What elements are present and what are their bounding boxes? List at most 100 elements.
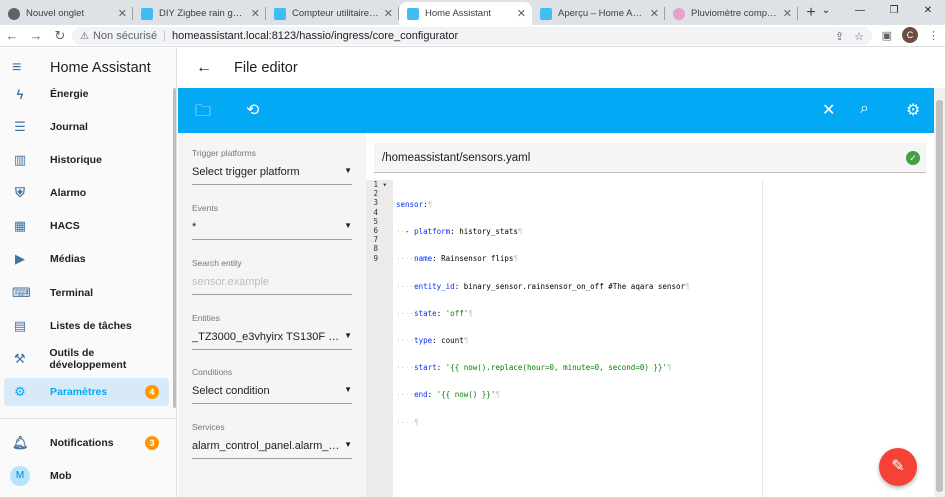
history-icon[interactable]: ⟲ [246, 100, 259, 120]
main-header: ← File editor [178, 48, 945, 88]
back-arrow-icon[interactable]: ← [196, 59, 212, 77]
code-line: ····entity_id: binary_sensor.rainsensor_… [396, 281, 690, 291]
sidebar-item-user[interactable]: M Mob [4, 462, 169, 490]
code-editor[interactable]: sensor:¶ ··- platform: history_stats¶ ··… [396, 182, 690, 445]
edit-fab-button[interactable]: ✎ [879, 448, 917, 486]
line-number: 5 [373, 216, 378, 226]
sidebar-item-terminal[interactable]: ⌨ Terminal [4, 279, 169, 307]
scrollbar-thumb[interactable] [936, 100, 943, 492]
entities-select[interactable]: Entities _TZ3000_e3vhyirx TS130F Com...▼ [192, 313, 352, 350]
sidebar-item-energie[interactable]: ϟ Énergie [4, 80, 169, 108]
star-icon[interactable]: ☆ [854, 30, 864, 43]
sidebar-item-alarmo[interactable]: ⛨ Alarmo [4, 179, 169, 207]
sidepanel-icon[interactable]: ▣ [882, 29, 892, 42]
code-line: ··- platform: history_stats¶ [396, 227, 523, 237]
sidebar-item-parametres[interactable]: ⚙ Paramètres 4 [4, 378, 169, 406]
window-controls: ⌄ — ❐ ✕ [809, 0, 945, 25]
kebab-menu-icon[interactable]: ⋮ [928, 29, 939, 42]
sidebar-title: Home Assistant [50, 60, 151, 76]
events-select[interactable]: Events * ▼ [192, 203, 352, 240]
browser-tab[interactable]: Aperçu – Home Assista✕ [532, 2, 665, 25]
dropdown-arrow-icon: ▼ [344, 221, 352, 230]
sidebar-item-historique[interactable]: ▥ Historique [4, 146, 169, 174]
sidebar-divider [0, 418, 177, 419]
line-gutter: 1 ▾ 2 3 4 5 6 7 8 9 [366, 180, 393, 497]
conditions-select[interactable]: Conditions Select condition ▼ [192, 367, 352, 404]
sidebar-item-outils[interactable]: ⚒ Outils de développement [4, 345, 169, 373]
line-number: 3 [373, 198, 378, 208]
gear-icon: ⚙ [14, 384, 26, 399]
browser-tab[interactable]: Pluviomètre compatib ✕ [665, 2, 798, 25]
browser-tab-active[interactable]: Home Assistant ✕ [399, 2, 532, 25]
page-scrollbar[interactable] [934, 88, 945, 497]
close-icon[interactable]: ✕ [783, 7, 792, 20]
sidebar-item-listes[interactable]: ▤ Listes de tâches [4, 312, 169, 340]
editor-area: /homeassistant/sensors.yaml ✓ 1 ▾ 2 3 4 … [366, 133, 934, 497]
restore-icon[interactable]: ❐ [877, 0, 911, 25]
line-number: 2 [373, 189, 378, 199]
browser-right-icons: ▣ C ⋮ [882, 27, 939, 43]
browser-tab[interactable]: Nouvel onglet ✕ [0, 2, 133, 25]
globe-icon [8, 7, 20, 20]
minimize-icon[interactable]: — [843, 0, 877, 25]
folder-icon[interactable]: 🗀︎ [195, 100, 211, 127]
sidebar-item-journal[interactable]: ☰ Journal [4, 113, 169, 141]
code-line: ····end: '{{ now() }}'¶ [396, 390, 500, 400]
sidebar-scrollbar[interactable] [173, 88, 176, 408]
close-icon[interactable]: ✕ [251, 7, 260, 20]
profile-avatar[interactable]: C [902, 27, 918, 43]
dropdown-arrow-icon: ▼ [344, 166, 352, 175]
close-icon[interactable]: ✕ [650, 7, 659, 20]
sidebar-item-medias[interactable]: ▶ Médias [4, 245, 169, 273]
code-line: sensor:¶ [396, 200, 433, 209]
dropdown-arrow-icon: ▼ [344, 385, 352, 394]
sidebar-item-notifications[interactable]: 🔔︎ Notifications 3 [4, 429, 169, 457]
chevron-down-icon[interactable]: ⌄ [809, 0, 843, 25]
close-icon[interactable]: ✕ [118, 7, 127, 20]
line-number: 4 [373, 207, 378, 217]
browser-tab[interactable]: Compteur utilitaire - H ✕ [266, 2, 399, 25]
page-title: File editor [234, 60, 298, 76]
line-number: 1 ▾ [373, 180, 387, 189]
bell-icon: 🔔︎ [12, 435, 29, 450]
shield-icon: ⛨ [15, 185, 25, 200]
configurator-toolbar: 🗀︎ ⟲ ✕ ⌕ ⚙ [178, 88, 934, 133]
line-number: 7 [373, 235, 378, 245]
forward-icon[interactable]: → [24, 28, 48, 43]
search-entity-input[interactable]: Search entity sensor.example [192, 258, 352, 295]
close-icon[interactable]: ✕ [822, 100, 835, 120]
ha-icon [540, 7, 552, 20]
gear-icon[interactable]: ⚙ [906, 100, 920, 120]
pencil-icon: ✎ [891, 458, 905, 475]
list-icon: ☰ [14, 119, 26, 134]
services-select[interactable]: Services alarm_control_panel.alarm_arm_.… [192, 422, 352, 459]
terminal-icon: ⌨ [12, 285, 31, 300]
ha-icon [141, 7, 153, 20]
hacs-icon: ▦ [13, 218, 27, 233]
line-number: 6 [373, 225, 378, 235]
url-text[interactable]: homeassistant.local:8123/hassio/ingress/… [172, 30, 458, 42]
code-line: ····state: 'off'¶ [396, 308, 473, 318]
browser-tab[interactable]: DIY Zigbee rain gaug ✕ [133, 2, 266, 25]
line-number: 9 [373, 253, 378, 263]
notifications-badge: 3 [145, 436, 159, 450]
omnibox[interactable]: ⚠ Non sécurisé | homeassistant.local:812… [72, 27, 872, 45]
reload-icon[interactable]: ↻ [48, 28, 72, 44]
ha-icon [274, 7, 286, 20]
filepath-text: /homeassistant/sensors.yaml [382, 151, 531, 164]
chart-icon: ▥ [13, 152, 27, 167]
close-icon[interactable]: ✕ [911, 0, 945, 25]
close-icon[interactable]: ✕ [384, 7, 393, 20]
menu-collapse-icon[interactable]: ≡ [12, 59, 32, 77]
sidebar-item-hacs[interactable]: ▦ HACS [4, 212, 169, 240]
filepath-field[interactable]: /homeassistant/sensors.yaml ✓ [374, 143, 926, 173]
ha-icon [407, 7, 419, 20]
code-line: ····name: Rainsensor flips¶ [396, 254, 518, 264]
back-icon[interactable]: ← [0, 28, 24, 43]
search-icon[interactable]: ⌕ [860, 100, 869, 118]
trigger-platforms-select[interactable]: Trigger platforms Select trigger platfor… [192, 148, 352, 185]
share-icon[interactable]: ⇪ [835, 30, 844, 43]
hammer-icon: ⚒ [13, 351, 26, 366]
code-line: ····¶ [396, 417, 419, 427]
close-icon[interactable]: ✕ [517, 7, 526, 20]
